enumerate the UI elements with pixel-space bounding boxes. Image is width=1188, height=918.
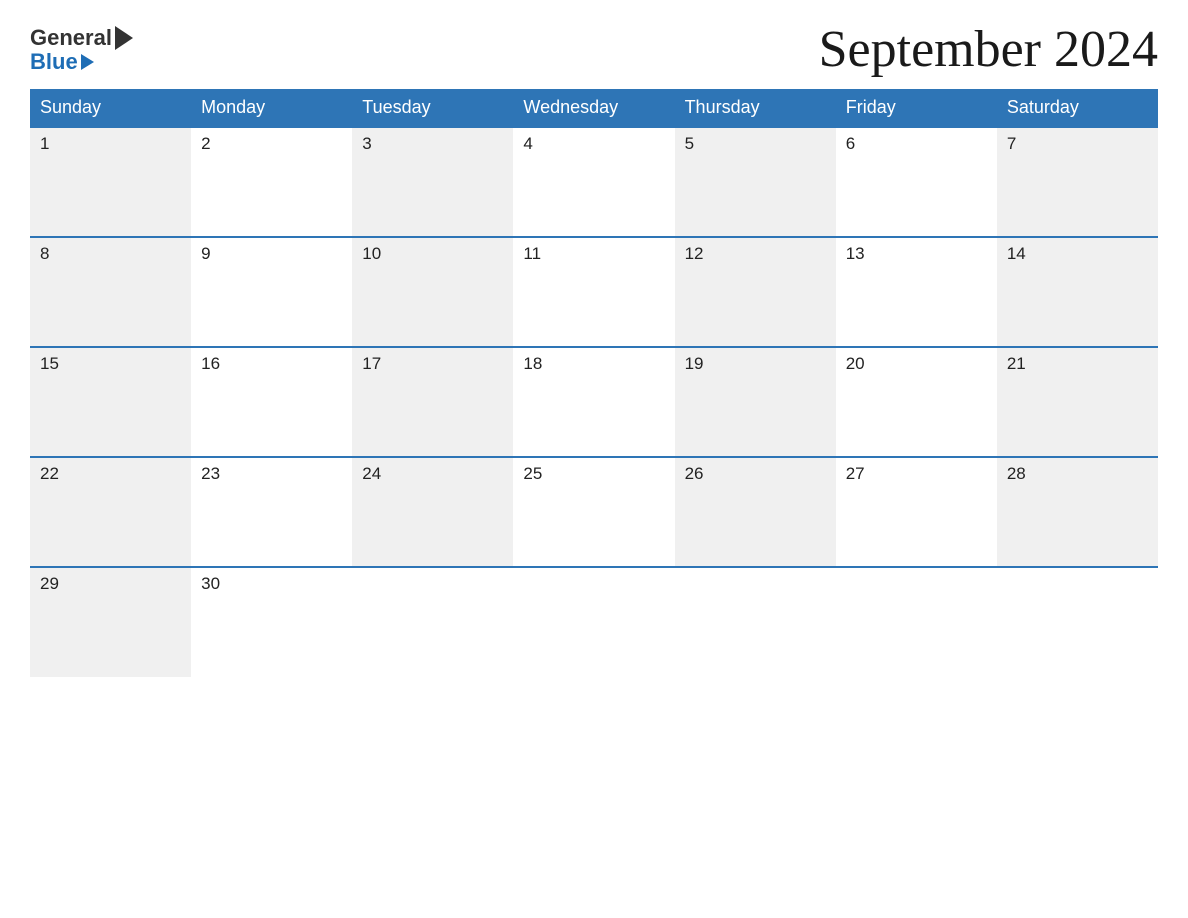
day-number: 21 — [1007, 354, 1026, 373]
calendar-cell: 22 — [30, 457, 191, 567]
calendar-cell — [836, 567, 997, 677]
calendar-cell: 9 — [191, 237, 352, 347]
day-number: 26 — [685, 464, 704, 483]
day-number: 30 — [201, 574, 220, 593]
logo-triangle-dark — [115, 26, 133, 50]
calendar-cell: 10 — [352, 237, 513, 347]
logo: General Blue — [30, 25, 133, 75]
day-number: 5 — [685, 134, 694, 153]
calendar-week-1: 1 2 3 4 5 6 7 — [30, 127, 1158, 237]
calendar-cell: 21 — [997, 347, 1158, 457]
calendar-cell: 8 — [30, 237, 191, 347]
col-monday: Monday — [191, 89, 352, 127]
calendar-cell — [675, 567, 836, 677]
calendar-cell: 16 — [191, 347, 352, 457]
day-number: 16 — [201, 354, 220, 373]
day-number: 6 — [846, 134, 855, 153]
calendar-cell: 4 — [513, 127, 674, 237]
col-tuesday: Tuesday — [352, 89, 513, 127]
calendar-cell: 15 — [30, 347, 191, 457]
calendar-cell: 11 — [513, 237, 674, 347]
day-number: 10 — [362, 244, 381, 263]
logo-triangle-blue — [81, 54, 94, 70]
calendar-cell — [997, 567, 1158, 677]
calendar-cell: 6 — [836, 127, 997, 237]
day-number: 8 — [40, 244, 49, 263]
day-number: 24 — [362, 464, 381, 483]
calendar-cell: 25 — [513, 457, 674, 567]
logo-text-blue: Blue — [30, 49, 78, 75]
logo-text-general: General — [30, 25, 112, 51]
calendar-cell: 30 — [191, 567, 352, 677]
calendar-week-2: 8 9 10 11 12 13 14 — [30, 237, 1158, 347]
page-header: General Blue September 2024 — [30, 20, 1158, 79]
calendar-cell: 7 — [997, 127, 1158, 237]
day-number: 20 — [846, 354, 865, 373]
calendar: Sunday Monday Tuesday Wednesday Thursday… — [30, 89, 1158, 677]
calendar-cell: 2 — [191, 127, 352, 237]
calendar-cell — [352, 567, 513, 677]
calendar-cell: 20 — [836, 347, 997, 457]
day-number: 29 — [40, 574, 59, 593]
day-number: 4 — [523, 134, 532, 153]
calendar-cell: 24 — [352, 457, 513, 567]
day-number: 7 — [1007, 134, 1016, 153]
col-wednesday: Wednesday — [513, 89, 674, 127]
day-number: 12 — [685, 244, 704, 263]
calendar-cell: 1 — [30, 127, 191, 237]
day-number: 17 — [362, 354, 381, 373]
calendar-cell: 3 — [352, 127, 513, 237]
calendar-cell: 27 — [836, 457, 997, 567]
day-number: 23 — [201, 464, 220, 483]
col-sunday: Sunday — [30, 89, 191, 127]
day-number: 19 — [685, 354, 704, 373]
calendar-cell — [513, 567, 674, 677]
day-number: 14 — [1007, 244, 1026, 263]
calendar-cell: 14 — [997, 237, 1158, 347]
calendar-week-5: 29 30 — [30, 567, 1158, 677]
calendar-cell: 17 — [352, 347, 513, 457]
calendar-week-3: 15 16 17 18 19 20 21 — [30, 347, 1158, 457]
days-of-week-row: Sunday Monday Tuesday Wednesday Thursday… — [30, 89, 1158, 127]
day-number: 13 — [846, 244, 865, 263]
col-friday: Friday — [836, 89, 997, 127]
calendar-cell: 12 — [675, 237, 836, 347]
day-number: 22 — [40, 464, 59, 483]
day-number: 9 — [201, 244, 210, 263]
day-number: 18 — [523, 354, 542, 373]
calendar-cell: 5 — [675, 127, 836, 237]
day-number: 2 — [201, 134, 210, 153]
calendar-cell: 19 — [675, 347, 836, 457]
day-number: 28 — [1007, 464, 1026, 483]
calendar-week-4: 22 23 24 25 26 27 28 — [30, 457, 1158, 567]
day-number: 15 — [40, 354, 59, 373]
calendar-cell: 23 — [191, 457, 352, 567]
calendar-cell: 13 — [836, 237, 997, 347]
col-saturday: Saturday — [997, 89, 1158, 127]
calendar-cell: 29 — [30, 567, 191, 677]
calendar-cell: 28 — [997, 457, 1158, 567]
col-thursday: Thursday — [675, 89, 836, 127]
day-number: 3 — [362, 134, 371, 153]
calendar-cell: 26 — [675, 457, 836, 567]
day-number: 1 — [40, 134, 49, 153]
month-title: September 2024 — [819, 20, 1158, 79]
day-number: 11 — [523, 244, 541, 263]
calendar-cell: 18 — [513, 347, 674, 457]
day-number: 27 — [846, 464, 865, 483]
day-number: 25 — [523, 464, 542, 483]
